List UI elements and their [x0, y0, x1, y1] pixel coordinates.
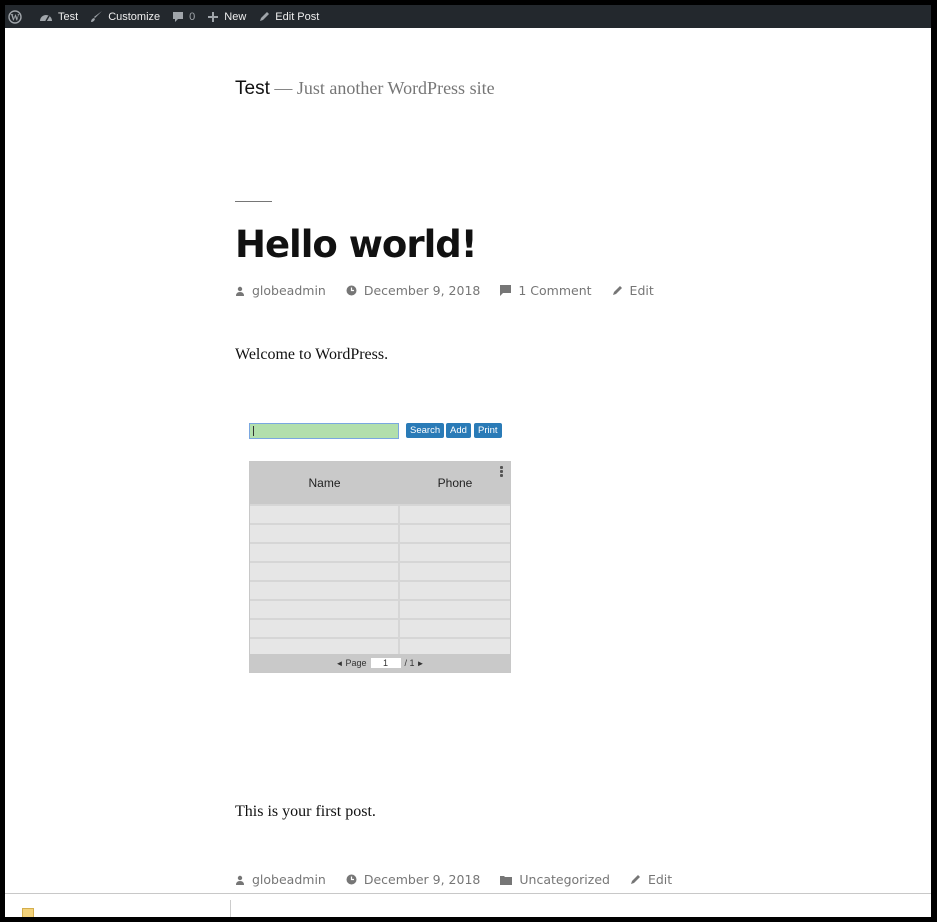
- table-row[interactable]: [250, 523, 510, 543]
- download-bar-divider: [230, 900, 231, 917]
- admin-bar-edit-post-label: Edit Post: [275, 10, 320, 23]
- cell-name[interactable]: [250, 601, 398, 619]
- post-meta-bottom: globeadmin December 9, 2018 Uncategorize…: [235, 872, 692, 887]
- cell-phone[interactable]: [400, 620, 510, 638]
- wordpress-logo-icon: W: [8, 9, 22, 24]
- table-row[interactable]: [250, 504, 510, 524]
- plus-icon: [208, 11, 219, 22]
- table-row[interactable]: [250, 618, 510, 638]
- cell-name[interactable]: [250, 620, 398, 638]
- post-paragraph: Welcome to WordPress.: [235, 346, 389, 363]
- grid-pager: ◄ Page 1 / 1 ►: [250, 654, 510, 672]
- admin-bar-customize-label: Customize: [108, 10, 161, 23]
- folder-icon: [500, 875, 513, 885]
- file-archive-icon[interactable]: [22, 908, 34, 917]
- dashboard-icon: [40, 14, 52, 21]
- admin-bar-edit-post[interactable]: Edit Post: [252, 5, 325, 28]
- cell-name[interactable]: [250, 506, 398, 524]
- post-title: Hello world!: [235, 223, 478, 266]
- cell-phone[interactable]: [400, 506, 510, 524]
- admin-bar-site-label: Test: [58, 10, 79, 23]
- grid-search-button[interactable]: Search: [406, 423, 445, 438]
- admin-bar-new[interactable]: New: [201, 5, 252, 28]
- brush-icon: [91, 11, 103, 22]
- cell-phone[interactable]: [400, 601, 510, 619]
- post-category-text: Uncategorized: [519, 872, 610, 887]
- svg-text:W: W: [11, 12, 20, 22]
- column-menu-icon[interactable]: [500, 466, 503, 478]
- cell-name[interactable]: [250, 544, 398, 562]
- title-divider: [235, 201, 272, 202]
- person-icon: [236, 286, 244, 296]
- cell-phone[interactable]: [400, 582, 510, 600]
- cell-phone[interactable]: [400, 563, 510, 581]
- pager-label: Page: [345, 658, 367, 668]
- post-date-text: December 9, 2018: [363, 872, 481, 887]
- post-comments-text: 1 Comment: [518, 283, 592, 298]
- post-author[interactable]: globeadmin: [235, 283, 326, 298]
- post-edit-text: Edit: [647, 872, 673, 887]
- admin-bar-comments-count: 0: [189, 10, 196, 23]
- cell-name[interactable]: [250, 582, 398, 600]
- cell-name[interactable]: [250, 563, 398, 581]
- text-caret: [253, 426, 254, 436]
- post-edit-text: Edit: [629, 283, 654, 298]
- comment-icon: [173, 11, 184, 22]
- site-description: Just another WordPress site: [296, 78, 495, 98]
- browser-viewport: W Test Customize 0 New Edit Post Test — …: [5, 5, 931, 917]
- post-author-name: globeadmin: [252, 283, 326, 298]
- post-date[interactable]: December 9, 2018: [346, 283, 481, 298]
- table-row[interactable]: [250, 599, 510, 619]
- pencil-icon: [630, 875, 640, 884]
- table-row[interactable]: [250, 561, 510, 581]
- site-title-separator: —: [269, 78, 297, 98]
- data-grid: Name Phone ◄ Page 1 / 1 ►: [249, 461, 511, 673]
- grid-search-input[interactable]: [249, 423, 399, 439]
- column-header-phone[interactable]: Phone: [400, 462, 510, 504]
- clock-icon: [346, 874, 357, 885]
- table-row[interactable]: [250, 580, 510, 600]
- post-author[interactable]: globeadmin: [235, 872, 326, 887]
- pencil-icon: [260, 11, 270, 21]
- post-author-name: globeadmin: [252, 872, 326, 887]
- comment-icon: [500, 285, 512, 296]
- admin-bar-comments[interactable]: 0: [166, 5, 201, 28]
- admin-bar-wordpress-menu[interactable]: W: [5, 5, 33, 28]
- post-paragraph: This is your first post.: [235, 803, 376, 820]
- wp-admin-bar: W Test Customize 0 New Edit Post: [5, 5, 931, 28]
- site-branding: Test — Just another WordPress site: [235, 78, 495, 100]
- page-number-input[interactable]: 1: [370, 658, 401, 668]
- person-icon: [236, 875, 244, 885]
- post-comments-link[interactable]: 1 Comment: [500, 283, 592, 298]
- table-row[interactable]: [250, 542, 510, 562]
- admin-bar-customize[interactable]: Customize: [84, 5, 166, 28]
- pencil-icon: [612, 286, 622, 295]
- post-category-link[interactable]: Uncategorized: [500, 872, 610, 887]
- grid-print-button[interactable]: Print: [474, 423, 502, 438]
- next-page-icon[interactable]: ►: [417, 659, 425, 668]
- post-date[interactable]: December 9, 2018: [346, 872, 481, 887]
- post-meta-top: globeadmin December 9, 2018 1 Comment Ed…: [235, 283, 674, 298]
- pager-total: / 1: [404, 658, 415, 668]
- cell-phone[interactable]: [400, 544, 510, 562]
- post-edit-link[interactable]: Edit: [630, 872, 672, 887]
- clock-icon: [346, 285, 357, 296]
- cell-phone[interactable]: [400, 525, 510, 543]
- grid-header: Name Phone: [250, 462, 510, 504]
- site-title[interactable]: Test: [235, 78, 270, 99]
- prev-page-icon[interactable]: ◄: [336, 659, 344, 668]
- admin-bar-new-label: New: [224, 10, 247, 23]
- cell-name[interactable]: [250, 525, 398, 543]
- grid-add-button[interactable]: Add: [446, 423, 471, 438]
- admin-bar-site-name[interactable]: Test: [33, 5, 84, 28]
- download-bar: [5, 893, 931, 917]
- post-date-text: December 9, 2018: [363, 283, 481, 298]
- post-edit-link[interactable]: Edit: [612, 283, 654, 298]
- column-header-name[interactable]: Name: [250, 462, 399, 504]
